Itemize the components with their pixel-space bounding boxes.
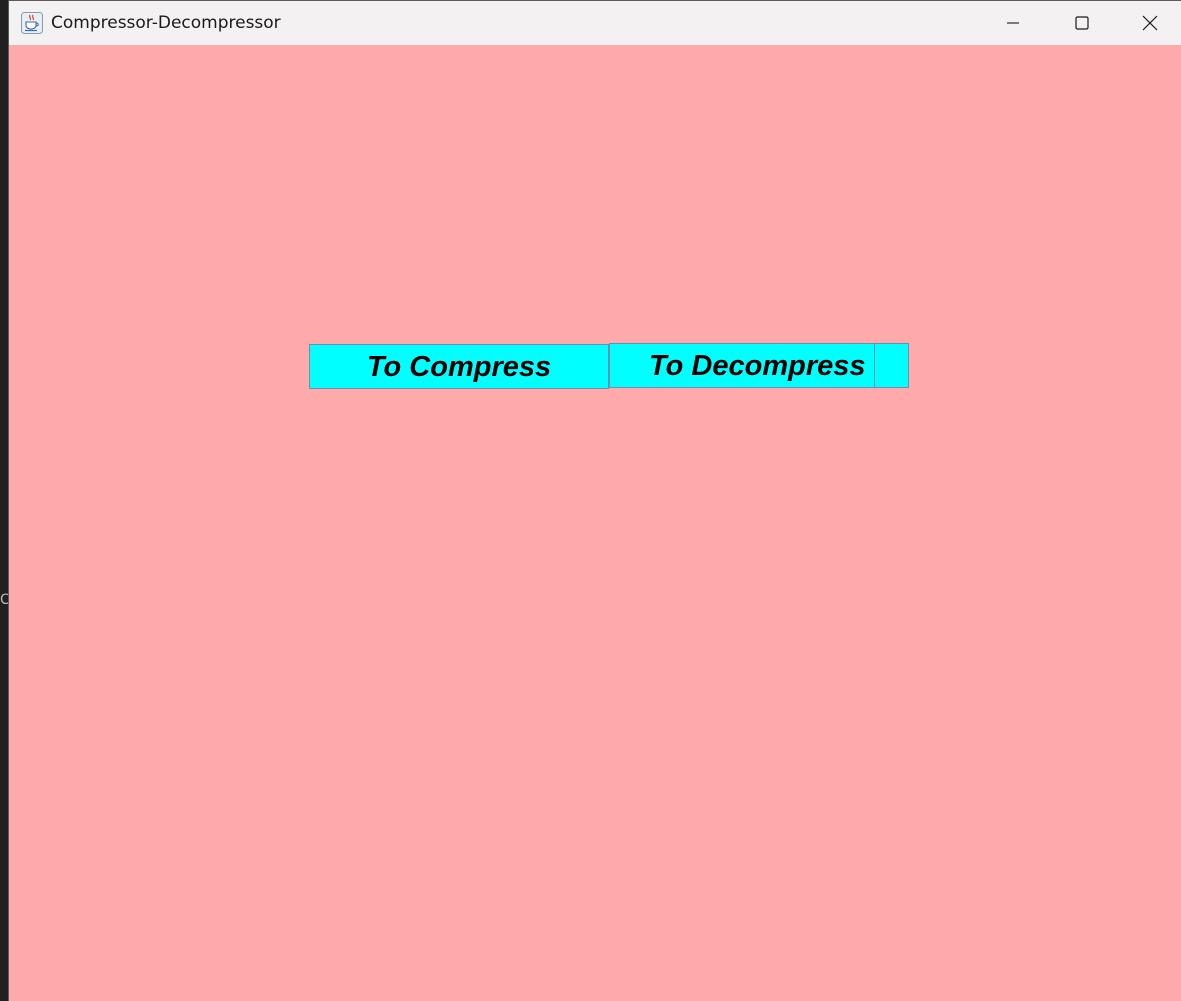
- java-cup-icon[interactable]: [21, 12, 43, 34]
- minimize-icon: [1007, 22, 1019, 24]
- maximize-button[interactable]: [1047, 1, 1117, 45]
- app-window: Compressor-Decompressor To Compress To D…: [8, 0, 1181, 1001]
- maximize-icon: [1075, 16, 1089, 30]
- main-content-panel: To Compress To Decompress: [9, 45, 1181, 1001]
- close-icon: [1142, 15, 1157, 31]
- window-title: Compressor-Decompressor: [51, 13, 281, 33]
- close-button[interactable]: [1117, 1, 1181, 45]
- minimize-button[interactable]: [978, 1, 1048, 45]
- decompress-button-label: To Decompress: [649, 350, 866, 382]
- decompress-button[interactable]: To Decompress: [609, 343, 909, 388]
- title-bar[interactable]: Compressor-Decompressor: [9, 1, 1181, 45]
- compress-button[interactable]: To Compress: [309, 344, 609, 389]
- decompress-button-divider: [874, 344, 875, 387]
